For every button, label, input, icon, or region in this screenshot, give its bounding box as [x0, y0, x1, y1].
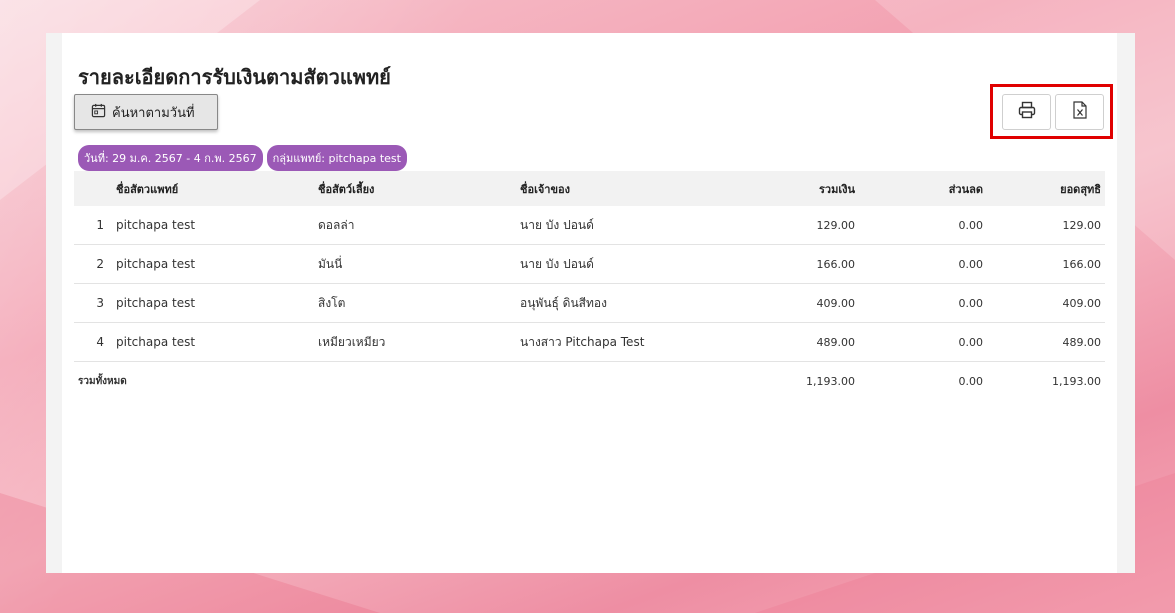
- row-index: 4: [74, 322, 116, 362]
- table-row: 3 pitchapa test สิงโต อนุพันธุ์ ดินสีทอง…: [74, 283, 1105, 323]
- calendar-icon: [91, 103, 106, 122]
- page-title: รายละเอียดการรับเงินตามสัตวแพทย์: [78, 65, 391, 89]
- net-cell: 409.00: [987, 283, 1105, 323]
- total-cell: 489.00: [720, 322, 859, 362]
- table-row: 4 pitchapa test เหมียวเหมียว นางสาว Pitc…: [74, 322, 1105, 362]
- row-index: 2: [74, 244, 116, 284]
- owner-name-cell: นาย บัง ปอนด์: [520, 206, 720, 245]
- discount-header: ส่วนลด: [948, 182, 983, 196]
- summary-total: 1,193.00: [806, 374, 855, 388]
- excel-file-icon: [1072, 101, 1088, 123]
- vet-name-cell: pitchapa test: [116, 283, 318, 323]
- net-cell: 166.00: [987, 244, 1105, 284]
- owner-name-header: ชื่อเจ้าของ: [520, 182, 570, 196]
- export-excel-button[interactable]: [1055, 94, 1104, 130]
- total-cell: 166.00: [720, 244, 859, 284]
- search-by-date-label: ค้นหาตามวันที่: [112, 105, 195, 121]
- discount-cell: 0.00: [859, 283, 987, 323]
- pet-name-cell: ดอลล่า: [318, 206, 520, 245]
- report-container: รายละเอียดการรับเงินตามสัตวแพทย์ ค้นหาตา…: [46, 33, 1135, 573]
- table-header-row: ชื่อสัตวแพทย์ ชื่อสัตว์เลี้ยง ชื่อเจ้าขอ…: [74, 171, 1105, 206]
- vet-name-cell: pitchapa test: [116, 244, 318, 284]
- total-header: รวมเงิน: [819, 182, 855, 196]
- table-row: 1 pitchapa test ดอลล่า นาย บัง ปอนด์ 129…: [74, 206, 1105, 245]
- report-panel: รายละเอียดการรับเงินตามสัตวแพทย์ ค้นหาตา…: [62, 33, 1117, 573]
- summary-discount: 0.00: [958, 374, 984, 388]
- net-header: ยอดสุทธิ: [1060, 182, 1101, 196]
- index-header: [74, 171, 116, 206]
- pet-name-cell: เหมียวเหมียว: [318, 322, 520, 362]
- vet-name-cell: pitchapa test: [116, 322, 318, 362]
- vet-name-cell: pitchapa test: [116, 206, 318, 245]
- pet-name-cell: สิงโต: [318, 283, 520, 323]
- vet-name-header: ชื่อสัตวแพทย์: [116, 182, 179, 196]
- discount-cell: 0.00: [859, 206, 987, 245]
- revenue-table: ชื่อสัตวแพทย์ ชื่อสัตว์เลี้ยง ชื่อเจ้าขอ…: [74, 171, 1105, 400]
- pet-name-cell: มันนี่: [318, 244, 520, 284]
- summary-net: 1,193.00: [1052, 374, 1101, 388]
- doctor-group-chip: กลุ่มแพทย์: pitchapa test: [266, 145, 407, 171]
- net-cell: 489.00: [987, 322, 1105, 362]
- table-row: 2 pitchapa test มันนี่ นาย บัง ปอนด์ 166…: [74, 244, 1105, 284]
- print-button[interactable]: [1002, 94, 1051, 130]
- discount-cell: 0.00: [859, 322, 987, 362]
- discount-cell: 0.00: [859, 244, 987, 284]
- owner-name-cell: นางสาว Pitchapa Test: [520, 322, 720, 362]
- printer-icon: [1018, 101, 1036, 123]
- owner-name-cell: นาย บัง ปอนด์: [520, 244, 720, 284]
- summary-row: รวมทั้งหมด 1,193.00 0.00 1,193.00: [74, 362, 1105, 401]
- owner-name-cell: อนุพันธุ์ ดินสีทอง: [520, 283, 720, 323]
- date-range-chip: วันที่: 29 ม.ค. 2567 - 4 ก.พ. 2567: [78, 145, 263, 171]
- row-index: 1: [74, 206, 116, 245]
- net-cell: 129.00: [987, 206, 1105, 245]
- pet-name-header: ชื่อสัตว์เลี้ยง: [318, 182, 375, 196]
- search-by-date-button[interactable]: ค้นหาตามวันที่: [74, 94, 218, 130]
- summary-label: รวมทั้งหมด: [78, 375, 127, 387]
- total-cell: 409.00: [720, 283, 859, 323]
- filter-chips: วันที่: 29 ม.ค. 2567 - 4 ก.พ. 2567 กลุ่ม…: [78, 145, 407, 171]
- total-cell: 129.00: [720, 206, 859, 245]
- row-index: 3: [74, 283, 116, 323]
